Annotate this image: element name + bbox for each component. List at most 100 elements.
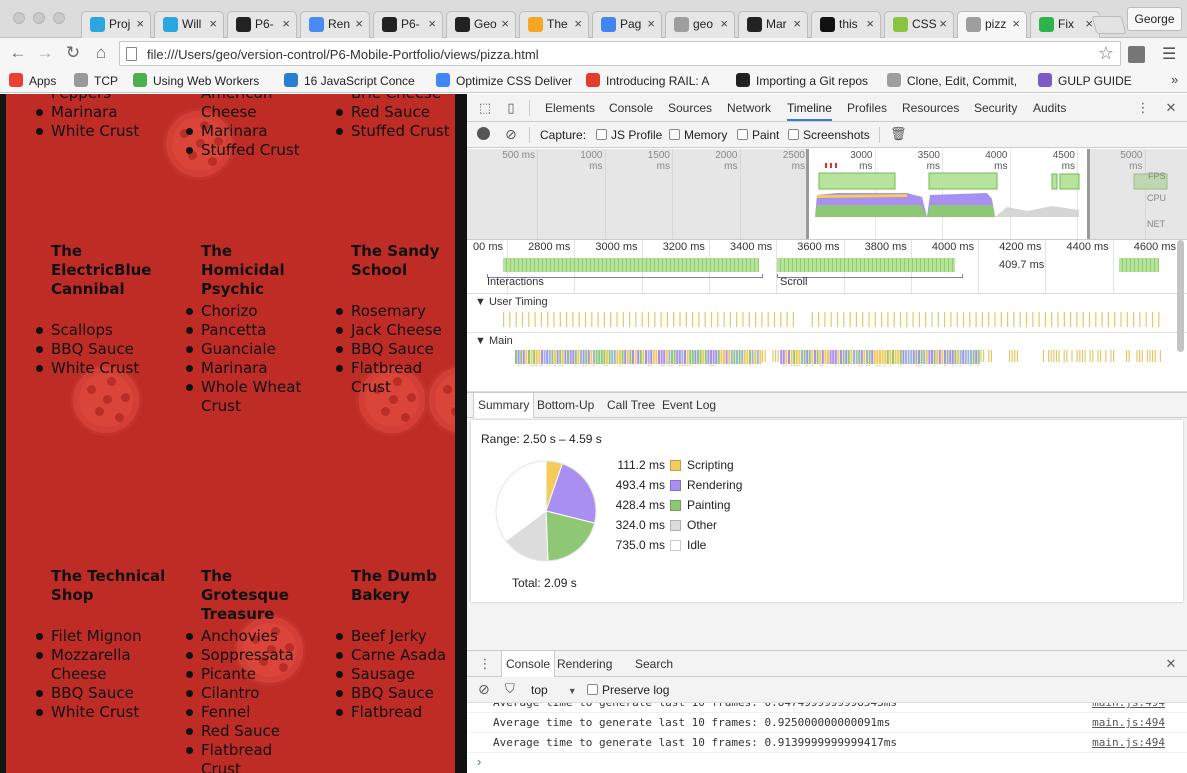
checkbox[interactable] [669, 129, 680, 140]
url-text[interactable]: file:///Users/geo/version-control/P6-Mob… [147, 47, 539, 62]
close-tab-icon[interactable]: × [282, 16, 290, 31]
clear-console-icon[interactable]: ⊘ [478, 681, 490, 698]
filter-icon[interactable]: ⛉ [505, 681, 515, 697]
devtools-tab-console[interactable]: Console [609, 101, 653, 115]
inspect-element-icon[interactable]: ⬚ [477, 100, 493, 116]
browser-tab[interactable]: geo × [665, 11, 735, 38]
browser-tab[interactable]: Ren × [300, 11, 370, 38]
close-tab-icon[interactable]: × [647, 16, 655, 31]
more-bookmarks-icon[interactable]: » [1171, 72, 1178, 87]
browser-tab[interactable]: Proj × [81, 11, 151, 38]
close-tab-icon[interactable]: × [355, 16, 363, 31]
close-tab-icon[interactable]: × [428, 16, 436, 31]
user-timing-label[interactable]: ▼ User Timing [475, 296, 548, 308]
main-thread-label[interactable]: ▼ Main [475, 335, 513, 347]
devtools-tab-resources[interactable]: Resources [902, 101, 959, 115]
forward-arrow-icon[interactable]: → [35, 43, 55, 63]
log-source-link[interactable]: main.js:494 [1092, 736, 1165, 749]
close-tab-icon[interactable]: × [1012, 16, 1020, 31]
close-tab-icon[interactable]: × [793, 16, 801, 31]
devtools-tab-profiles[interactable]: Profiles [847, 101, 887, 115]
new-tab-button[interactable] [1091, 16, 1127, 34]
main-thread-track[interactable]: ▼ Main [467, 333, 1187, 392]
console-prompt[interactable]: › [477, 754, 481, 769]
bookmark-item[interactable]: Apps [9, 73, 64, 88]
bookmark-item[interactable]: TCP [74, 73, 124, 88]
capture-option[interactable]: Memory [669, 128, 727, 142]
checkbox[interactable] [788, 129, 799, 140]
details-tab-bottom-up[interactable]: Bottom-Up [537, 398, 594, 412]
close-drawer-icon[interactable]: ✕ [1163, 656, 1179, 672]
home-icon[interactable]: ⌂ [91, 43, 111, 63]
bookmark-item[interactable]: 16 JavaScript Conce [284, 73, 422, 88]
devtools-divider[interactable] [455, 94, 467, 773]
devtools-tab-sources[interactable]: Sources [668, 101, 712, 115]
bookmark-item[interactable]: Importing a Git repos [736, 73, 872, 88]
browser-tab[interactable]: CSS × [884, 11, 954, 38]
drawer-tab-search[interactable]: Search [635, 657, 673, 671]
details-tab-call-tree[interactable]: Call Tree [607, 398, 655, 412]
close-tab-icon[interactable]: × [136, 16, 144, 31]
profile-button[interactable]: George [1127, 7, 1182, 31]
details-tab-event-log[interactable]: Event Log [662, 398, 716, 412]
bookmark-item[interactable]: Introducing RAIL: A [586, 73, 722, 88]
checkbox[interactable] [587, 684, 598, 695]
more-options-icon[interactable]: ⋮ [1135, 100, 1151, 116]
range-handle-right[interactable] [1087, 149, 1090, 239]
drawer-tab-rendering[interactable]: Rendering [557, 657, 612, 671]
user-timing-track[interactable]: ▼ User Timing [467, 294, 1187, 333]
browser-tab[interactable]: Geo × [446, 11, 516, 38]
browser-tab[interactable]: Will × [154, 11, 224, 38]
checkbox[interactable] [737, 129, 748, 140]
devtools-tab-security[interactable]: Security [974, 101, 1017, 115]
capture-option[interactable]: Paint [737, 128, 779, 142]
close-tab-icon[interactable]: × [574, 16, 582, 31]
bookmark-item[interactable]: Clone, Edit, Commit, [887, 73, 1023, 88]
bookmark-item[interactable]: GULP GUIDE [1038, 73, 1138, 88]
browser-tab[interactable]: Fix × [1030, 11, 1100, 38]
browser-tab[interactable]: P6- × [373, 11, 443, 38]
drawer-menu-icon[interactable]: ⋮ [477, 656, 493, 672]
devtools-tab-timeline[interactable]: Timeline [787, 101, 832, 121]
back-arrow-icon[interactable]: ← [8, 43, 28, 63]
bookmark-star-icon[interactable]: ☆ [1098, 43, 1114, 64]
close-window-button[interactable] [13, 12, 25, 24]
close-tab-icon[interactable]: × [720, 16, 728, 31]
trash-icon[interactable]: 🗑 [890, 126, 907, 142]
record-icon[interactable] [477, 127, 490, 140]
capture-option[interactable]: Screenshots [788, 128, 870, 142]
bookmark-item[interactable]: Optimize CSS Deliver [436, 73, 572, 88]
close-tab-icon[interactable]: × [866, 16, 874, 31]
close-tab-icon[interactable]: × [209, 16, 217, 31]
timeline-overview[interactable]: 500 ms 1000 ms 1500 ms 2000 ms 2500 ms 3000 m… [467, 149, 1187, 240]
details-tab-summary[interactable]: Summary [473, 393, 535, 419]
browser-tab[interactable]: Mar × [738, 11, 808, 38]
close-tab-icon[interactable]: × [501, 16, 509, 31]
devtools-tab-elements[interactable]: Elements [545, 101, 595, 115]
browser-tab[interactable]: The × [519, 11, 589, 38]
close-devtools-icon[interactable]: ✕ [1163, 100, 1179, 116]
devtools-tab-audits[interactable]: Audits [1033, 101, 1066, 115]
minimize-window-button[interactable] [33, 12, 45, 24]
context-select[interactable]: top ▼ [531, 683, 577, 697]
extension-icon[interactable] [1128, 46, 1145, 63]
devtools-tab-network[interactable]: Network [727, 101, 771, 115]
close-tab-icon[interactable]: × [939, 16, 947, 31]
reload-icon[interactable]: ↻ [63, 43, 83, 63]
menu-icon[interactable]: ☰ [1162, 44, 1176, 64]
zoom-window-button[interactable] [53, 12, 65, 24]
address-bar[interactable]: file:///Users/geo/version-control/P6-Mob… [119, 41, 1121, 66]
bookmark-item[interactable]: Using Web Workers [133, 73, 269, 88]
preserve-log-checkbox[interactable]: Preserve log [587, 683, 669, 697]
range-handle-left[interactable] [806, 149, 809, 239]
browser-tab[interactable]: pizz × [957, 11, 1027, 39]
device-mode-icon[interactable]: ▯ [503, 100, 519, 116]
log-source-link[interactable]: main.js:494 [1092, 703, 1165, 709]
browser-tab[interactable]: P6- × [227, 11, 297, 38]
capture-option[interactable]: JS Profile [596, 128, 662, 142]
checkbox[interactable] [596, 129, 607, 140]
drawer-tab-console[interactable]: Console [501, 651, 556, 678]
browser-tab[interactable]: this × [811, 11, 881, 38]
log-source-link[interactable]: main.js:494 [1092, 716, 1165, 729]
timeline-scrollbar[interactable] [1177, 240, 1184, 352]
